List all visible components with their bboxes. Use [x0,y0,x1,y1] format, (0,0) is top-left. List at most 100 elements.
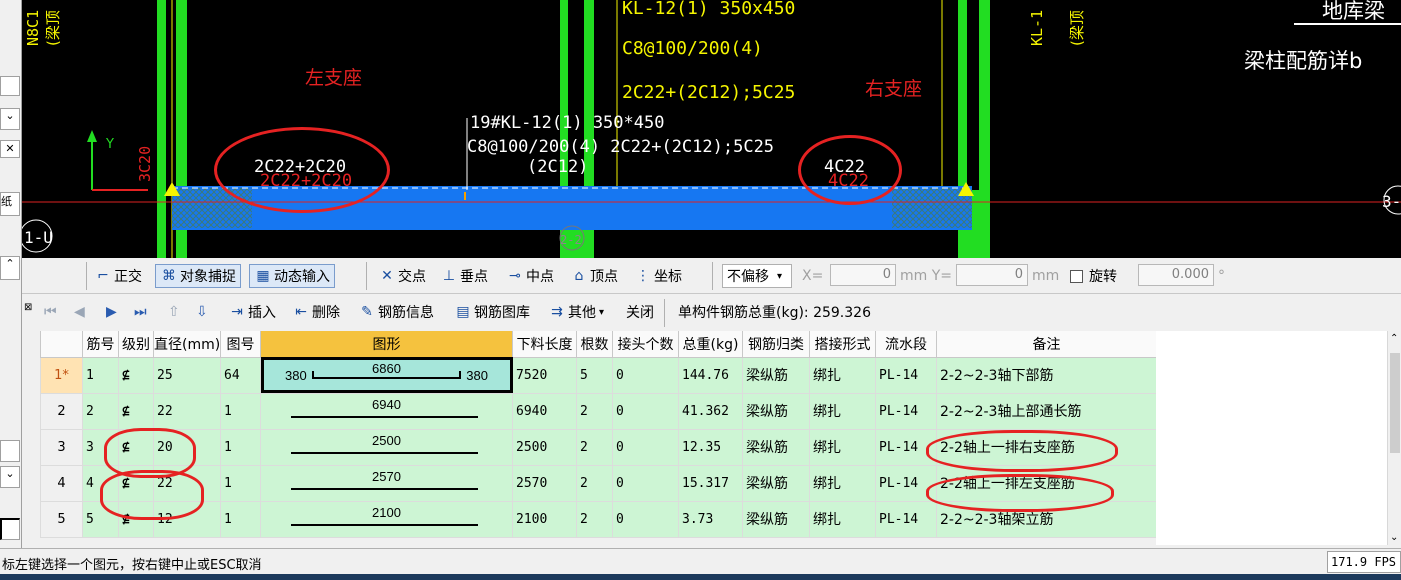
cell-segment[interactable]: PL-14 [875,500,937,538]
header-total-weight[interactable]: 总重(kg) [678,331,743,358]
rebar-library-button[interactable]: ▤ 钢筋图库 [454,300,530,324]
cell-lap[interactable]: 绑扎 [809,428,876,466]
cell-count[interactable]: 2 [576,500,613,538]
cell-weight[interactable]: 15.317 [678,464,743,502]
perpendicular-snap-button[interactable]: ⊥ 垂点 [440,264,488,288]
cell-joints[interactable]: 0 [612,356,679,394]
other-menu-button[interactable]: ⇉ 其他 ▾ [548,300,604,324]
rotate-checkbox[interactable]: 旋转 [1070,264,1117,288]
header-note[interactable]: 备注 [936,331,1157,358]
first-record-icon[interactable]: ⏮ [44,300,57,324]
header-segment[interactable]: 流水段 [875,331,937,358]
cell-figure-no[interactable]: 64 [220,356,261,394]
cell-bar-no[interactable]: 1 [82,356,119,394]
cell-shape[interactable]: 2500 [260,428,513,466]
cell-cut-length[interactable]: 6940 [512,392,577,430]
cell-segment[interactable]: PL-14 [875,464,937,502]
header-grade[interactable]: 级别 [118,331,154,358]
cell-bar-no[interactable]: 4 [82,464,119,502]
cell-cut-length[interactable]: 2100 [512,500,577,538]
move-down-icon[interactable]: ⇩ [196,300,208,324]
x-input[interactable]: 0 [830,264,896,286]
vertex-snap-button[interactable]: ⌂ 顶点 [570,264,618,288]
next-record-icon[interactable]: ▶ [106,300,117,324]
cell-lap[interactable]: 绑扎 [809,392,876,430]
cell-grade[interactable]: ⊈ [118,500,154,538]
header-lap-type[interactable]: 搭接形式 [809,331,876,358]
cell-note[interactable]: 2-2~2-3轴上部通长筋 [936,392,1157,430]
cell-grade[interactable]: ⊈ [118,464,154,502]
cell-joints[interactable]: 0 [612,428,679,466]
rebar-info-button[interactable]: ✎ 钢筋信息 [358,300,434,324]
header-joints[interactable]: 接头个数 [612,331,679,358]
cell-diameter[interactable]: 12 [153,500,221,538]
cell-shape[interactable]: 2570 [260,464,513,502]
dynamic-input-button[interactable]: ▦ 动态输入 [249,264,335,288]
cell-count[interactable]: 2 [576,392,613,430]
close-button[interactable]: 关闭 [626,300,654,324]
table-row[interactable]: 3 3 ⊈ 20 1 2500 2500 2 0 12.35 梁纵筋 绑扎 PL… [40,428,1157,466]
cell-note[interactable]: 2-2轴上一排右支座筋 [936,428,1157,466]
cell-count[interactable]: 5 [576,356,613,394]
cell-category[interactable]: 梁纵筋 [742,392,810,430]
cell-grade[interactable]: ⊈ [118,428,154,466]
cell-bar-no[interactable]: 3 [82,428,119,466]
cell-segment[interactable]: PL-14 [875,356,937,394]
ortho-button[interactable]: ⌐ 正交 [94,264,142,288]
cell-weight[interactable]: 12.35 [678,428,743,466]
cad-canvas[interactable]: N8C1 (梁顶 KL-1 (梁顶 Y 3C20 KL-12(1) 350x45… [22,0,1401,258]
last-record-icon[interactable]: ⏭ [134,300,147,324]
cell-joints[interactable]: 0 [612,392,679,430]
rotate-input[interactable]: 0.000 [1138,264,1214,286]
prev-record-icon[interactable]: ◀ [74,300,85,324]
cell-grade[interactable]: ⊈ [118,356,154,394]
table-row[interactable]: 5 5 ⊈ 12 1 2100 2100 2 0 3.73 梁纵筋 绑扎 PL-… [40,500,1157,538]
cell-category[interactable]: 梁纵筋 [742,464,810,502]
insert-button[interactable]: ⇥ 插入 [228,300,276,324]
close-panel-icon[interactable]: ⊠ [24,295,32,319]
midpoint-snap-button[interactable]: ⊸ 中点 [506,264,554,288]
cell-weight[interactable]: 144.76 [678,356,743,394]
intersection-snap-button[interactable]: ✕ 交点 [378,264,426,288]
cell-count[interactable]: 2 [576,464,613,502]
header-shape[interactable]: 图形 [260,331,513,358]
cell-figure-no[interactable]: 1 [220,392,261,430]
cell-category[interactable]: 梁纵筋 [742,356,810,394]
cell-joints[interactable]: 0 [612,500,679,538]
cell-segment[interactable]: PL-14 [875,428,937,466]
cell-cut-length[interactable]: 2500 [512,428,577,466]
cell-category[interactable]: 梁纵筋 [742,428,810,466]
row-number[interactable]: 1* [40,356,83,394]
cell-note[interactable]: 2-2轴上一排左支座筋 [936,464,1157,502]
cell-lap[interactable]: 绑扎 [809,500,876,538]
cell-bar-no[interactable]: 2 [82,392,119,430]
cell-grade[interactable]: ⊈ [118,392,154,430]
cell-note[interactable]: 2-2~2-3轴下部筋 [936,356,1157,394]
move-up-icon[interactable]: ⇧ [168,300,180,324]
table-vertical-scrollbar[interactable]: ⌃ ⌄ [1387,331,1401,545]
header-count[interactable]: 根数 [576,331,613,358]
cell-shape[interactable]: 2100 [260,500,513,538]
cell-cut-length[interactable]: 7520 [512,356,577,394]
header-cut-length[interactable]: 下料长度 [512,331,577,358]
table-row[interactable]: 4 4 ⊈ 22 1 2570 2570 2 0 15.317 梁纵筋 绑扎 P… [40,464,1157,502]
cell-figure-no[interactable]: 1 [220,500,261,538]
cell-diameter[interactable]: 22 [153,392,221,430]
cell-count[interactable]: 2 [576,428,613,466]
cell-bar-no[interactable]: 5 [82,500,119,538]
header-diameter[interactable]: 直径(mm) [153,331,221,358]
header-category[interactable]: 钢筋归类 [742,331,810,358]
cell-figure-no[interactable]: 1 [220,464,261,502]
cell-lap[interactable]: 绑扎 [809,464,876,502]
y-input[interactable]: 0 [956,264,1028,286]
left-panel-dropdown[interactable]: ⌄ [0,108,20,130]
cell-lap[interactable]: 绑扎 [809,356,876,394]
scroll-down-icon[interactable]: ⌄ [1390,532,1398,543]
cell-figure-no[interactable]: 1 [220,428,261,466]
delete-button[interactable]: ⇤ 删除 [292,300,340,324]
scroll-up-icon[interactable]: ⌃ [1390,333,1398,344]
table-row[interactable]: 2 2 ⊈ 22 1 6940 6940 2 0 41.362 梁纵筋 绑扎 P… [40,392,1157,430]
object-snap-button[interactable]: ⌘ 对象捕捉 [155,264,241,288]
cell-weight[interactable]: 3.73 [678,500,743,538]
cell-cut-length[interactable]: 2570 [512,464,577,502]
